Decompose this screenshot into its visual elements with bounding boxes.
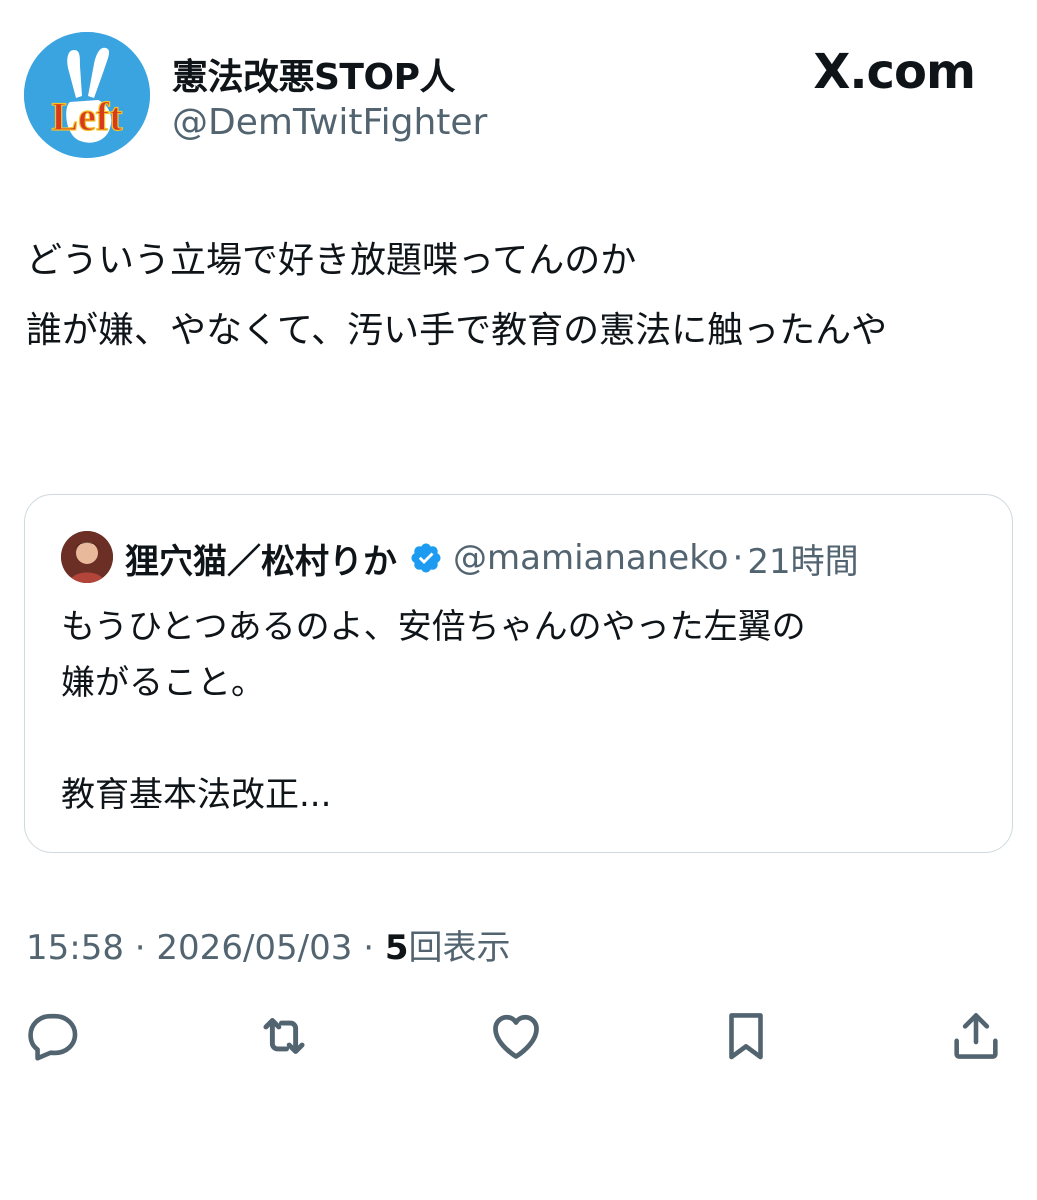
verified-badge-icon: [409, 541, 443, 575]
avatar-logo-text: Left: [51, 94, 123, 139]
quoted-separator: ·: [732, 538, 744, 578]
tweet-time[interactable]: 15:58: [26, 928, 124, 968]
share-icon: [947, 1007, 1005, 1065]
tweet-meta: 15:58 · 2026/05/03 · 5回表示: [26, 920, 511, 969]
quoted-timestamp[interactable]: 21時間: [747, 534, 858, 583]
meta-separator: ·: [134, 928, 146, 968]
tweet-screenshot: Left 憲法改悪STOP人 @DemTwitFighter X.com どうい…: [0, 0, 1037, 1200]
quoted-author-avatar: [61, 531, 113, 583]
action-bar: [24, 1006, 1014, 1066]
quoted-tweet-text: もうひとつあるのよ、安倍ちゃんのやった左翼の 嫌がること。 教育基本法改正...: [61, 607, 806, 815]
tweet-text: どういう立場で好き放題喋ってんのか 誰が嫌、やなくて、汚い手で教育の憲法に触った…: [26, 240, 888, 351]
bookmark-button[interactable]: [716, 1006, 776, 1066]
views-count[interactable]: 5: [385, 928, 409, 968]
repost-icon: [253, 1005, 315, 1067]
share-button[interactable]: [946, 1006, 1006, 1066]
bookmark-icon: [717, 1007, 775, 1065]
repost-button[interactable]: [254, 1006, 314, 1066]
author-display-name[interactable]: 憲法改悪STOP人: [172, 48, 455, 100]
like-button[interactable]: [486, 1006, 546, 1066]
like-icon: [486, 1006, 546, 1066]
reply-button[interactable]: [24, 1006, 84, 1066]
views-label: 回表示: [408, 928, 511, 968]
reply-icon: [25, 1007, 83, 1065]
author-avatar[interactable]: Left: [24, 32, 150, 158]
quoted-tweet-header: 狸穴猫／松村りか @mamiananeko · 21時間: [125, 534, 992, 583]
quoted-author-name[interactable]: 狸穴猫／松村りか: [125, 534, 397, 583]
tweet-date[interactable]: 2026/05/03: [156, 928, 352, 968]
x-brand-watermark: X.com: [813, 44, 976, 100]
quoted-author-handle[interactable]: @mamiananeko: [453, 538, 729, 578]
author-handle[interactable]: @DemTwitFighter: [172, 102, 487, 143]
quoted-tweet-card[interactable]: 狸穴猫／松村りか @mamiananeko · 21時間 もうひとつあるのよ、安…: [24, 494, 1013, 853]
meta-separator: ·: [363, 928, 375, 968]
